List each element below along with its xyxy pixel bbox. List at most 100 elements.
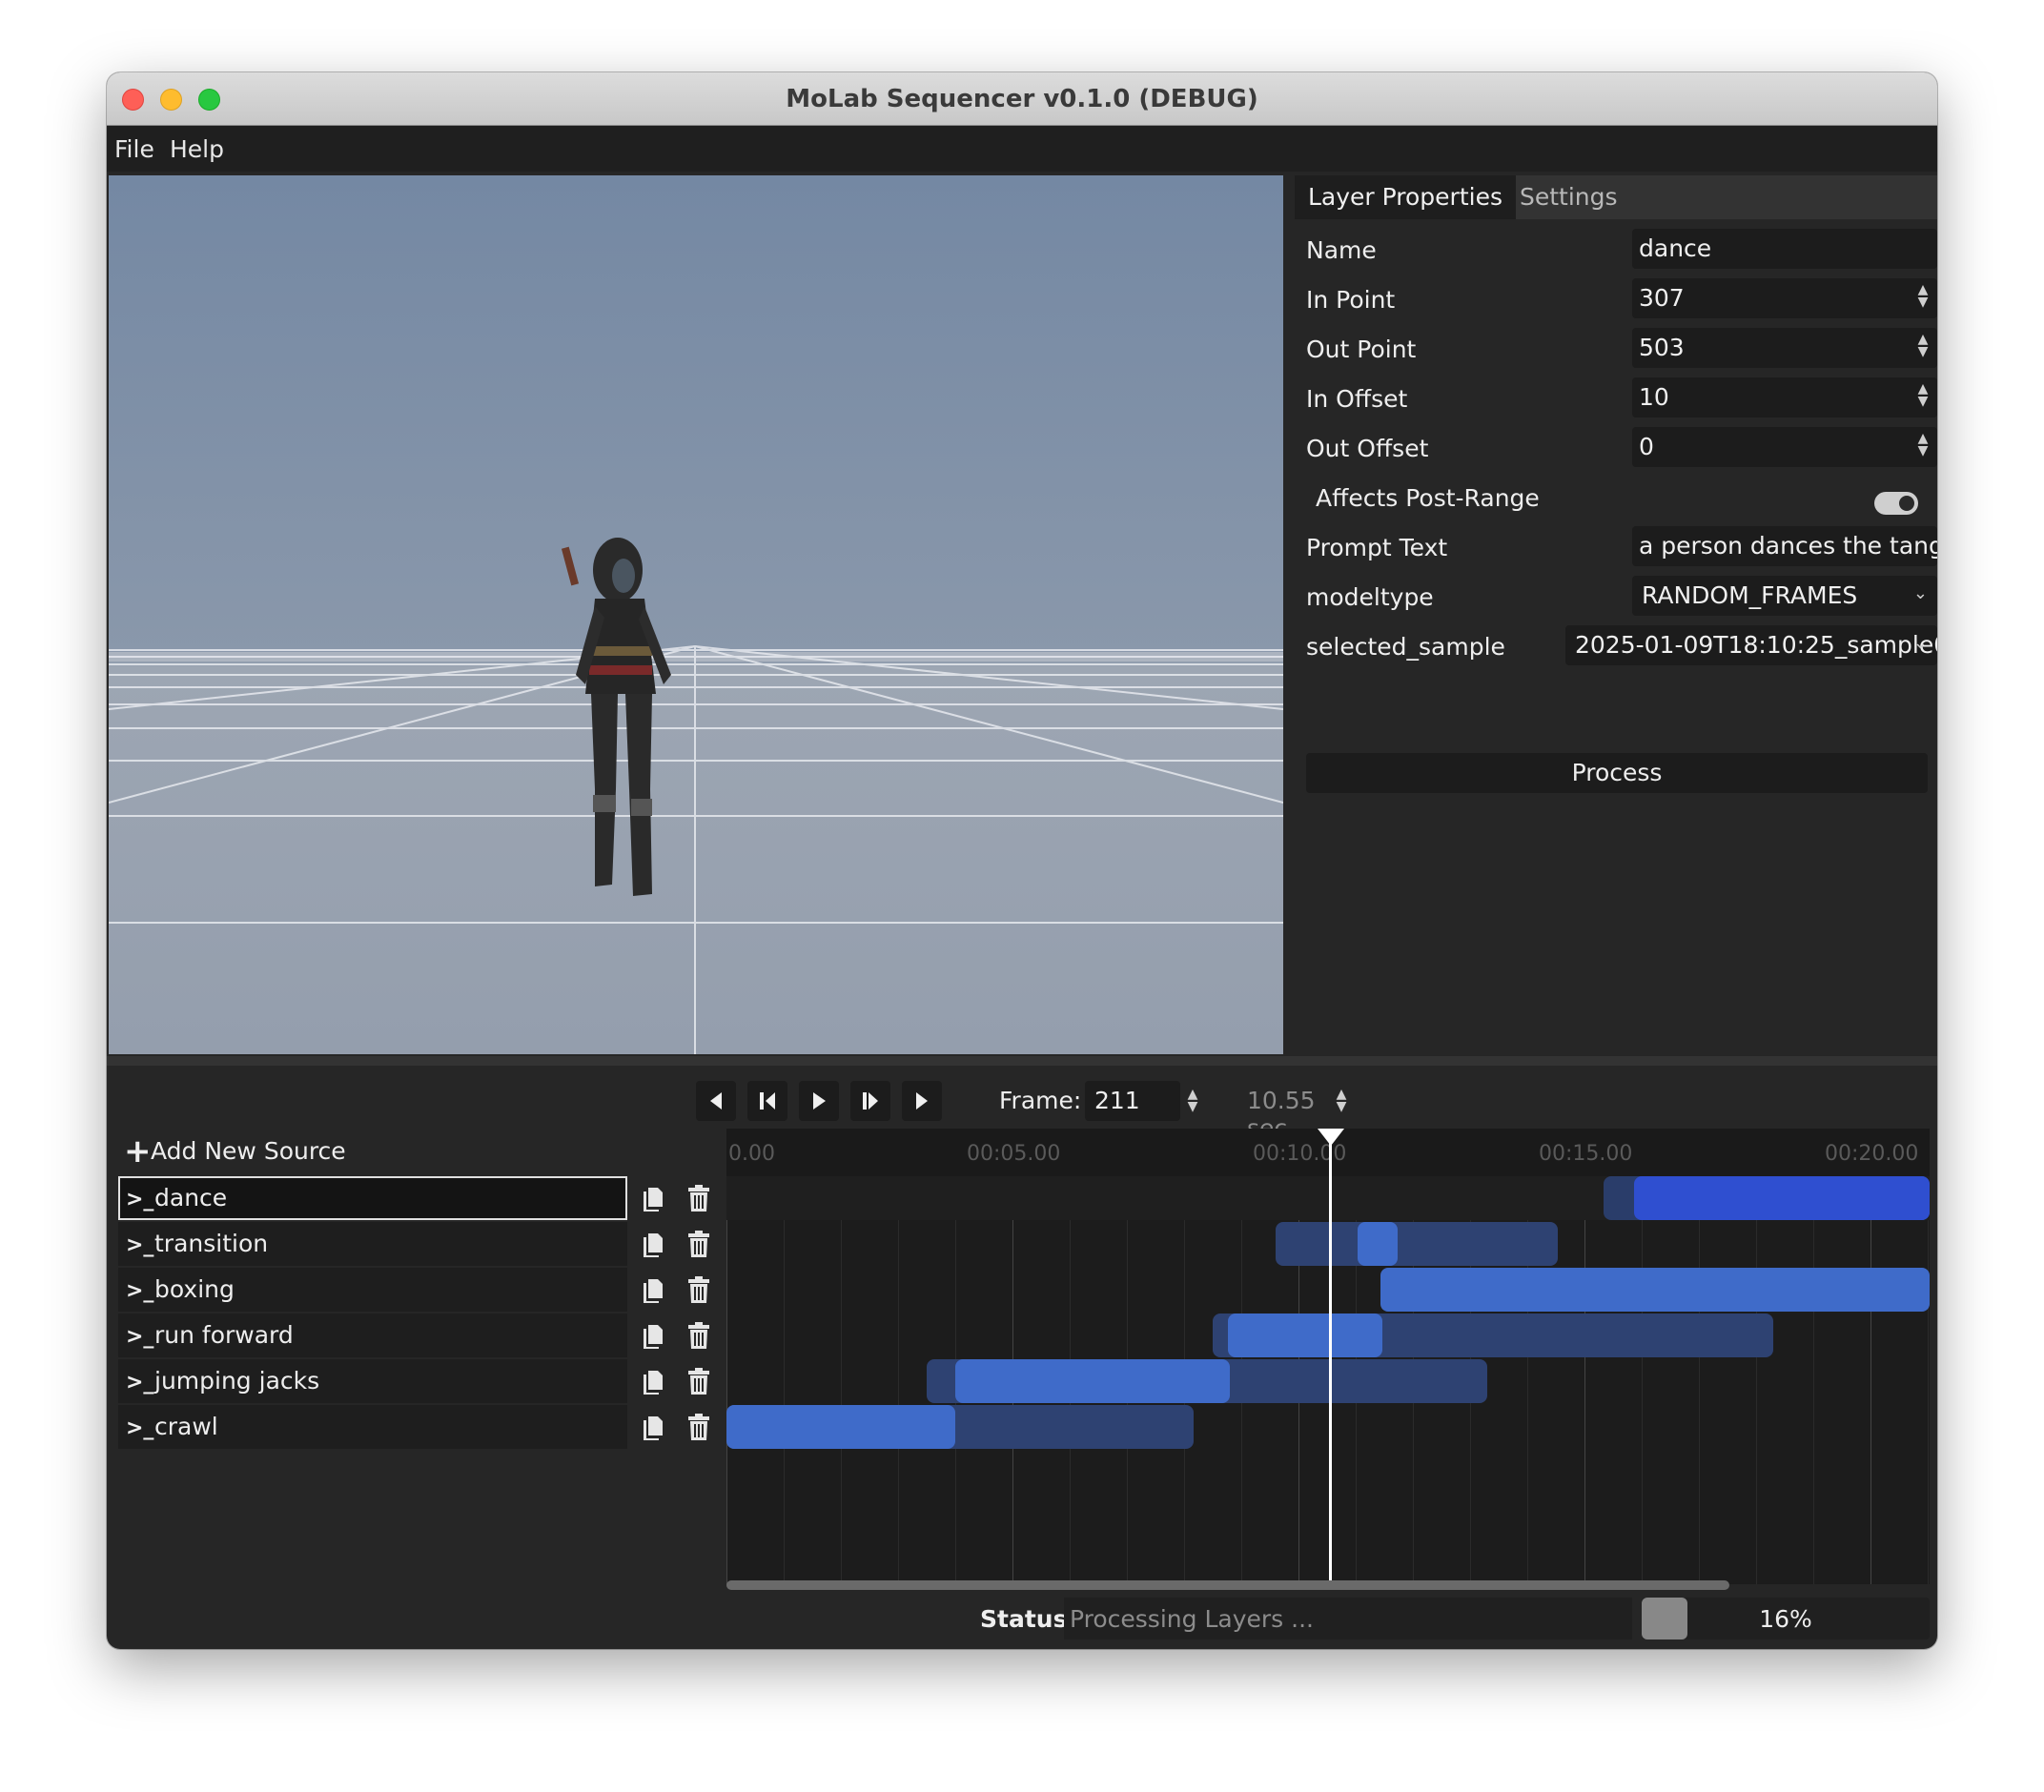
layer-row-run-forward[interactable]: >_run forward [118,1313,627,1357]
clip-boxing[interactable] [1380,1268,1930,1312]
layer-row-transition[interactable]: >_transition [118,1222,627,1266]
grid-line [784,1176,785,1584]
duplicate-icon[interactable] [637,1182,669,1214]
layer-row-boxing[interactable]: >_boxing [118,1268,627,1312]
next-frame-button[interactable] [902,1081,942,1121]
out-point-field[interactable]: 503 ▲ ▼ [1632,328,1937,368]
clip-run-forward[interactable] [1228,1313,1382,1357]
step-back-icon [710,1092,722,1110]
tick-label: 00:20.00 [1825,1142,1919,1166]
clip-transition[interactable] [1358,1222,1398,1266]
in-offset-value: 10 [1639,383,1669,411]
duplicate-icon[interactable] [637,1228,669,1260]
grid-line [1813,1176,1814,1584]
terminal-icon: >_ [126,1325,154,1349]
in-offset-field[interactable]: 10 ▲ ▼ [1632,377,1937,417]
trash-icon[interactable] [683,1319,715,1352]
layer-name: transition [154,1230,269,1257]
clip-crawl[interactable] [726,1405,955,1449]
previous-frame-button[interactable] [696,1081,736,1121]
duplicate-icon[interactable] [637,1273,669,1306]
trash-icon[interactable] [683,1228,715,1260]
trash-icon[interactable] [683,1273,715,1306]
layer-row-crawl[interactable]: >_crawl [118,1405,627,1449]
terminal-icon: >_ [126,1416,154,1440]
menu-help[interactable]: Help [170,135,224,163]
skip-forward-icon [863,1092,878,1110]
character-model [561,538,671,896]
panel-splitter[interactable] [107,1056,1937,1066]
menu-file[interactable]: File [114,135,154,163]
modeltype-value: RANDOM_FRAMES [1642,581,1858,609]
tick-label: 0.00 [728,1142,775,1166]
out-offset-spinner[interactable]: ▲ ▼ [1916,432,1930,461]
trash-icon[interactable] [683,1411,715,1443]
terminal-icon: >_ [126,1371,154,1395]
grid-line [726,1176,727,1584]
layer-name: crawl [154,1413,218,1440]
layer-name: boxing [154,1275,235,1303]
app-window: MoLab Sequencer v0.1.0 (DEBUG) File Help [107,72,1937,1649]
affects-post-range-toggle[interactable] [1874,492,1918,515]
timeline-scrollbar[interactable] [726,1580,1729,1590]
grid-line [898,1176,899,1584]
frame-input[interactable]: 211 [1085,1081,1180,1121]
grid-line [1699,1176,1700,1584]
trash-icon[interactable] [683,1182,715,1214]
selected-sample-label: selected_sample [1306,633,1505,661]
grid-line [1870,1176,1871,1584]
in-point-label: In Point [1306,286,1396,314]
name-field[interactable]: dance [1632,229,1937,269]
out-point-label: Out Point [1306,336,1417,363]
step-forward-icon [916,1092,928,1110]
trash-icon[interactable] [683,1365,715,1397]
grid-line [1756,1176,1757,1584]
playhead[interactable] [1329,1132,1332,1580]
skip-back-icon [760,1092,775,1110]
prompt-text-field[interactable]: a person dances the tango [1632,526,1937,566]
out-point-spinner[interactable]: ▲ ▼ [1916,333,1930,362]
3d-viewport[interactable] [109,175,1283,1054]
duplicate-icon[interactable] [637,1365,669,1397]
clip-transition-range[interactable] [1276,1222,1558,1266]
terminal-icon: >_ [126,1233,154,1257]
layer-row-jumping-jacks[interactable]: >_jumping jacks [118,1359,627,1403]
modeltype-select[interactable]: RANDOM_FRAMES ⌄ [1632,576,1937,616]
progress-text: 16% [1759,1605,1812,1633]
prompt-text-label: Prompt Text [1306,534,1448,561]
layer-name: dance [154,1184,228,1212]
clip-jumping-jacks[interactable] [955,1359,1230,1403]
timeline[interactable]: 0.00 00:05.00 00:10.00 00:15.00 00:20.00 [726,1129,1930,1584]
layer-row-dance[interactable]: >_dance [118,1176,627,1220]
name-label: Name [1306,236,1377,264]
grid-line [1584,1176,1585,1584]
selected-sample-select[interactable]: 2025-01-09T18:10:25_sample0 ⌄ [1565,625,1937,665]
frame-value: 211 [1094,1087,1140,1114]
terminal-icon: >_ [126,1279,154,1303]
status-text: Processing Layers ... [1064,1598,1632,1639]
in-point-spinner[interactable]: ▲ ▼ [1916,283,1930,313]
jump-end-button[interactable] [850,1081,890,1121]
clip-dance[interactable] [1634,1176,1930,1220]
plus-icon: + [124,1132,152,1171]
process-button[interactable]: Process [1306,753,1928,793]
in-point-value: 307 [1639,284,1685,312]
tab-settings[interactable]: Settings [1506,175,1631,219]
toggle-knob [1899,496,1914,511]
out-offset-label: Out Offset [1306,435,1429,462]
duplicate-icon[interactable] [637,1411,669,1443]
in-offset-label: In Offset [1306,385,1408,413]
out-offset-field[interactable]: 0 ▲ ▼ [1632,427,1937,467]
jump-start-button[interactable] [747,1081,787,1121]
tab-layer-properties[interactable]: Layer Properties [1295,175,1516,219]
add-new-source-button[interactable]: +Add New Source [124,1132,346,1171]
tab-strip: Layer Properties Settings [1295,175,1937,219]
duplicate-icon[interactable] [637,1319,669,1352]
in-offset-spinner[interactable]: ▲ ▼ [1916,382,1930,412]
time-spinner[interactable]: ▲ ▼ [1335,1088,1348,1113]
layer-properties-panel: Layer Properties Settings Name dance In … [1295,175,1937,1054]
frame-spinner[interactable]: ▲ ▼ [1186,1088,1199,1113]
progress-bar: 16% [1642,1598,1930,1639]
play-button[interactable] [799,1081,839,1121]
in-point-field[interactable]: 307 ▲ ▼ [1632,278,1937,318]
